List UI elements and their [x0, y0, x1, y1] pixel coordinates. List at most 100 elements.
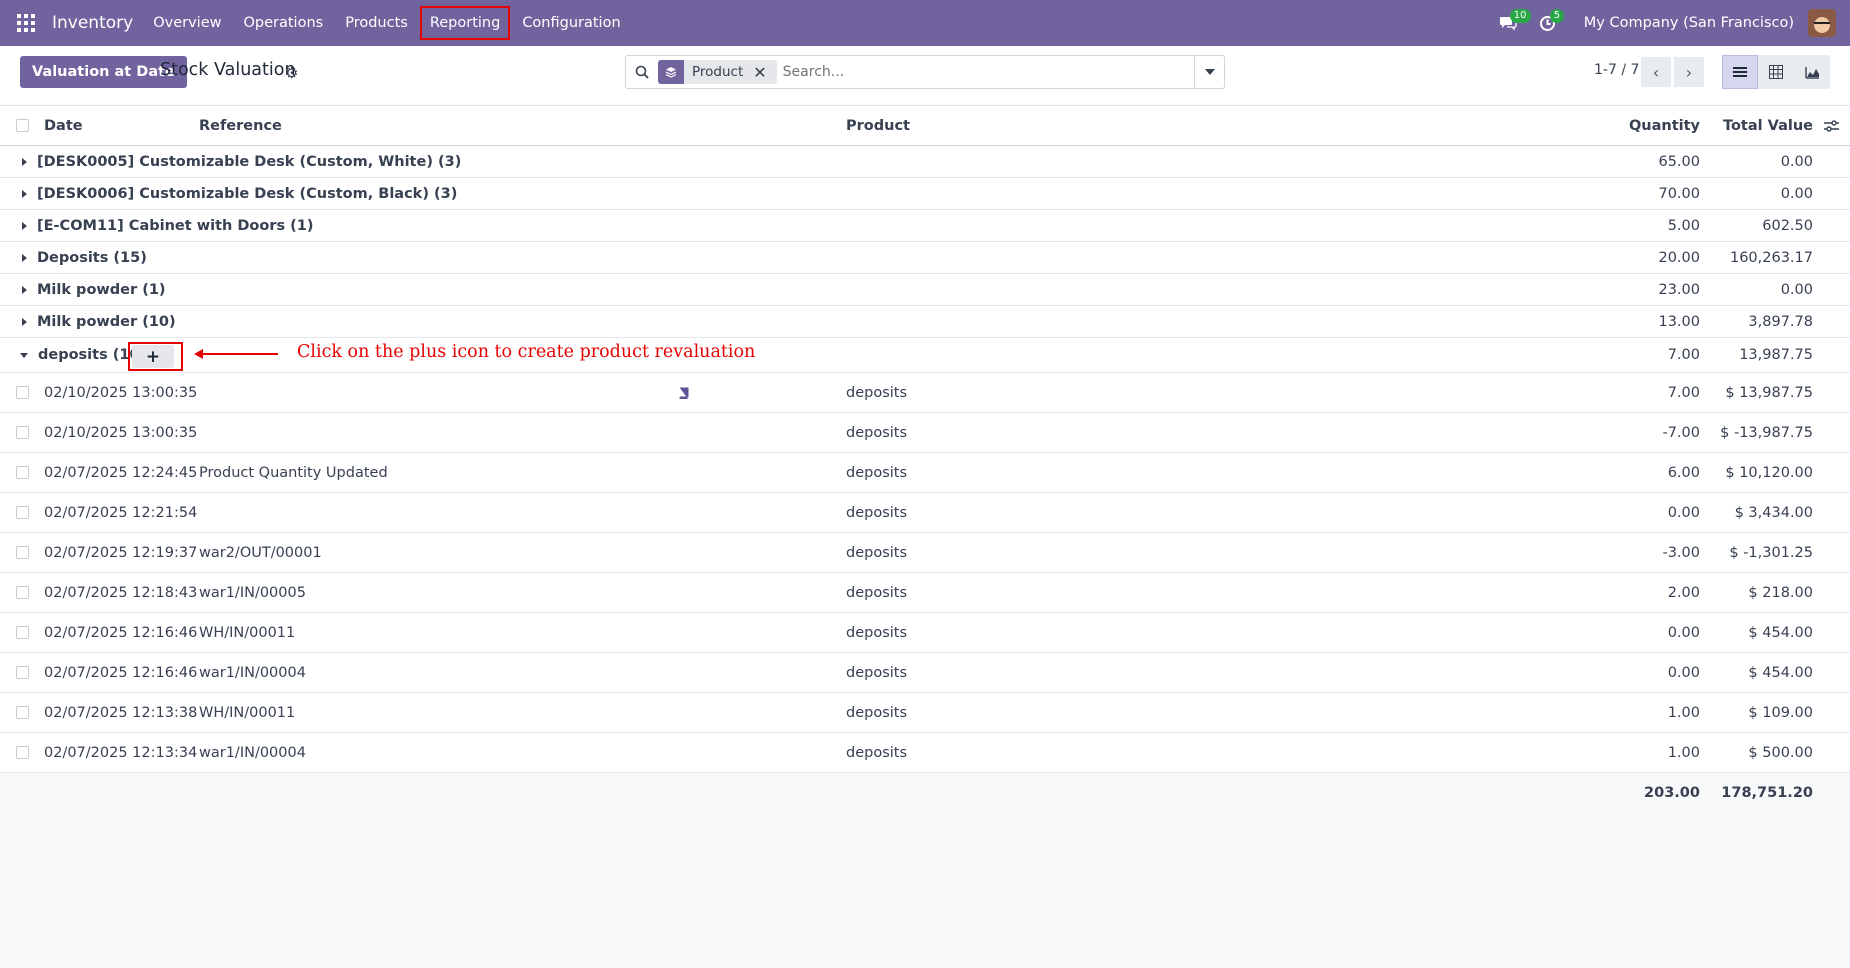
select-all-checkbox[interactable]	[16, 119, 29, 132]
table-row[interactable]: 02/10/2025 13:00:35 deposits -7.00 $ -13…	[0, 413, 1850, 453]
facet-remove-icon[interactable]: ✕	[753, 63, 776, 82]
menu-overview[interactable]: Overview	[145, 8, 229, 38]
group-total: 3,897.78	[1748, 313, 1813, 330]
user-avatar[interactable]	[1808, 9, 1836, 37]
annotation-text: Click on the plus icon to create product…	[297, 342, 756, 362]
row-quantity: 0.00	[1667, 624, 1700, 641]
table-footer-totals: 203.00 178,751.20	[0, 773, 1850, 813]
optional-columns-icon[interactable]	[1824, 106, 1839, 145]
table-row[interactable]: 02/07/2025 12:16:46 WH/IN/00011 deposits…	[0, 613, 1850, 653]
pivot-view-button[interactable]	[1758, 55, 1794, 89]
search-input[interactable]	[782, 64, 1194, 80]
row-quantity: 0.00	[1667, 664, 1700, 681]
row-reference: war2/OUT/00001	[199, 544, 322, 561]
messages-icon[interactable]: 10	[1488, 0, 1531, 46]
row-checkbox[interactable]	[16, 546, 29, 559]
row-total: $ 13,987.75	[1725, 384, 1813, 401]
row-reference: Product Quantity Updated	[199, 464, 388, 481]
row-total: $ 454.00	[1748, 624, 1813, 641]
group-row[interactable]: Milk powder (1) 23.00 0.00	[0, 274, 1850, 306]
table-row[interactable]: 02/10/2025 13:00:35 deposits 7.00 $ 13,9…	[0, 373, 1850, 413]
row-product: deposits	[846, 744, 908, 761]
group-row[interactable]: [DESK0006] Customizable Desk (Custom, Bl…	[0, 178, 1850, 210]
add-revaluation-button[interactable]: +	[132, 345, 174, 368]
row-checkbox[interactable]	[16, 386, 29, 399]
table-row[interactable]: 02/07/2025 12:19:37 war2/OUT/00001 depos…	[0, 533, 1850, 573]
row-checkbox[interactable]	[16, 586, 29, 599]
row-total: $ -1,301.25	[1729, 544, 1813, 561]
graph-view-button[interactable]	[1794, 55, 1830, 89]
col-reference[interactable]: Reference	[199, 106, 282, 145]
group-quantity: 70.00	[1658, 185, 1700, 202]
group-row[interactable]: Deposits (15) 20.00 160,263.17	[0, 242, 1850, 274]
menu-products[interactable]: Products	[337, 8, 416, 38]
group-total: 602.50	[1762, 217, 1813, 234]
row-product: deposits	[846, 384, 908, 401]
group-name: [E-COM11] Cabinet with Doors (1)	[37, 217, 314, 234]
menu-reporting[interactable]: Reporting	[419, 6, 511, 40]
list-view-button[interactable]	[1722, 55, 1758, 89]
book-icon[interactable]	[678, 387, 690, 399]
row-total: $ 500.00	[1748, 744, 1813, 761]
menu-operations[interactable]: Operations	[235, 8, 331, 38]
group-row[interactable]: [E-COM11] Cabinet with Doors (1) 5.00 60…	[0, 210, 1850, 242]
row-date: 02/10/2025 13:00:35	[44, 384, 198, 401]
search-icon	[626, 65, 658, 79]
apps-menu-icon[interactable]	[0, 0, 52, 46]
col-product[interactable]: Product	[846, 106, 910, 145]
group-row[interactable]: Milk powder (10) 13.00 3,897.78	[0, 306, 1850, 338]
row-checkbox[interactable]	[16, 626, 29, 639]
table-row[interactable]: 02/07/2025 12:18:43 war1/IN/00005 deposi…	[0, 573, 1850, 613]
group-name: [DESK0006] Customizable Desk (Custom, Bl…	[37, 185, 458, 202]
table-row[interactable]: 02/07/2025 12:16:46 war1/IN/00004 deposi…	[0, 653, 1850, 693]
pager-previous-button[interactable]: ‹	[1641, 57, 1671, 87]
caret-right-icon	[22, 317, 27, 326]
table-row[interactable]: 02/07/2025 12:24:45 Product Quantity Upd…	[0, 453, 1850, 493]
group-name: Milk powder (1)	[37, 281, 166, 298]
page-title: Stock Valuation	[160, 60, 296, 80]
menu-configuration[interactable]: Configuration	[514, 8, 628, 38]
col-quantity[interactable]: Quantity	[1600, 106, 1700, 145]
row-checkbox[interactable]	[16, 746, 29, 759]
pivot-icon	[1769, 65, 1783, 79]
arrow-line	[200, 353, 278, 355]
row-quantity: 1.00	[1667, 704, 1700, 721]
col-date[interactable]: Date	[44, 106, 83, 145]
pager-next-button[interactable]: ›	[1674, 57, 1704, 87]
row-reference: WH/IN/00011	[199, 704, 296, 721]
top-navbar: Inventory Overview Operations Products R…	[0, 0, 1850, 46]
pager-value[interactable]: 1-7 / 7	[1594, 62, 1639, 78]
row-date: 02/07/2025 12:18:43	[44, 584, 198, 601]
caret-right-icon	[22, 189, 27, 198]
row-checkbox[interactable]	[16, 466, 29, 479]
list-icon	[1733, 67, 1747, 77]
gear-icon[interactable]: ⚙	[285, 64, 298, 82]
open-group-row[interactable]: deposits (10) 7.00 13,987.75	[0, 338, 1850, 373]
row-total: $ -13,987.75	[1720, 424, 1813, 441]
table-row[interactable]: 02/07/2025 12:21:54 deposits 0.00 $ 3,43…	[0, 493, 1850, 533]
row-total: $ 218.00	[1748, 584, 1813, 601]
company-switcher[interactable]: My Company (San Francisco)	[1584, 15, 1794, 31]
row-date: 02/07/2025 12:16:46	[44, 664, 198, 681]
caret-right-icon	[22, 221, 27, 230]
row-total: $ 109.00	[1748, 704, 1813, 721]
table-row[interactable]: 02/07/2025 12:13:34 war1/IN/00004 deposi…	[0, 733, 1850, 773]
row-checkbox[interactable]	[16, 706, 29, 719]
caret-down-icon	[20, 352, 28, 358]
row-date: 02/10/2025 13:00:35	[44, 424, 198, 441]
group-row[interactable]: [DESK0005] Customizable Desk (Custom, Wh…	[0, 146, 1850, 178]
row-quantity: -3.00	[1662, 544, 1700, 561]
row-reference: WH/IN/00011	[199, 624, 296, 641]
group-name: [DESK0005] Customizable Desk (Custom, Wh…	[37, 153, 462, 170]
col-total-value[interactable]: Total Value	[1700, 106, 1813, 145]
activities-icon[interactable]: 5	[1528, 0, 1568, 46]
row-checkbox[interactable]	[16, 666, 29, 679]
facet-label: Product	[692, 64, 744, 80]
row-checkbox[interactable]	[16, 506, 29, 519]
row-quantity: 7.00	[1667, 384, 1700, 401]
app-name[interactable]: Inventory	[52, 13, 133, 33]
row-product: deposits	[846, 664, 908, 681]
search-options-toggle[interactable]	[1194, 56, 1224, 88]
row-checkbox[interactable]	[16, 426, 29, 439]
table-row[interactable]: 02/07/2025 12:13:38 WH/IN/00011 deposits…	[0, 693, 1850, 733]
